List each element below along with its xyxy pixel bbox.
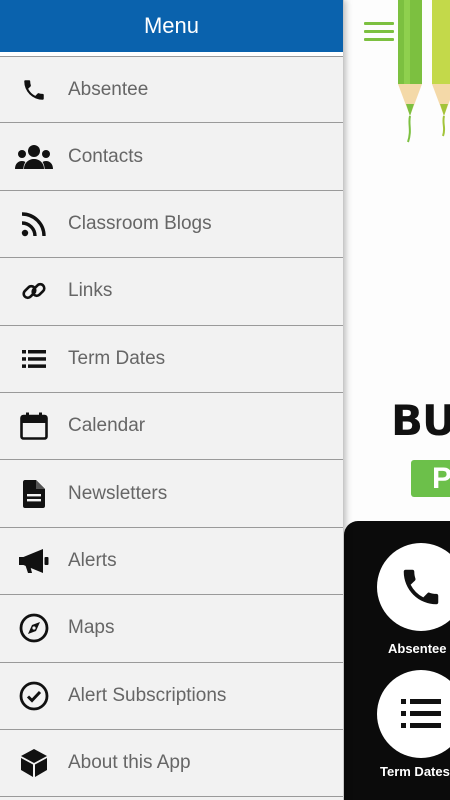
menu-item-label: Alert Subscriptions xyxy=(68,684,227,706)
drawer-title: Menu xyxy=(0,0,343,56)
menu-item-maps[interactable]: Maps xyxy=(0,595,343,663)
menu-item-contacts[interactable]: Contacts xyxy=(0,123,343,191)
tile-label: Absentee xyxy=(388,641,447,656)
compass-icon xyxy=(19,613,49,643)
phone-icon xyxy=(19,75,49,105)
menu-list: Absentee Contacts Classroom Blogs Links … xyxy=(0,56,343,798)
menu-item-absentee[interactable]: Absentee xyxy=(0,56,343,124)
menu-item-links[interactable]: Links xyxy=(0,258,343,326)
cube-icon xyxy=(19,748,49,778)
menu-item-term-dates[interactable]: Term Dates xyxy=(0,326,343,393)
menu-item-calendar[interactable]: Calendar xyxy=(0,393,343,461)
menu-item-label: Alerts xyxy=(68,549,117,571)
menu-item-label: Contacts xyxy=(68,145,143,167)
pencil-graphic xyxy=(432,0,450,137)
list-icon xyxy=(19,344,49,374)
school-name-title: BU xyxy=(391,396,450,445)
navigation-drawer: Menu Absentee Contacts Classroom Blogs L… xyxy=(0,0,344,800)
menu-item-newsletters[interactable]: Newsletters xyxy=(0,460,343,528)
check-circle-icon xyxy=(19,681,49,711)
phone-icon xyxy=(403,569,439,605)
menu-item-alert-subscriptions[interactable]: Alert Subscriptions xyxy=(0,663,343,730)
users-icon xyxy=(15,142,53,172)
list-icon xyxy=(401,699,441,728)
pencil-graphic xyxy=(398,0,422,143)
document-icon xyxy=(19,479,49,509)
absentee-tile[interactable] xyxy=(377,543,450,631)
link-icon xyxy=(19,276,49,306)
term-dates-tile[interactable] xyxy=(377,670,450,758)
menu-item-label: Maps xyxy=(68,617,115,639)
menu-item-label: Classroom Blogs xyxy=(68,212,212,234)
school-name-badge: P xyxy=(411,460,450,497)
hamburger-menu-icon[interactable] xyxy=(364,22,394,42)
menu-item-label: Newsletters xyxy=(68,482,168,504)
menu-item-about-this-app[interactable]: About this App xyxy=(0,730,343,798)
background-app-screen: BU P Absentee Term Dates xyxy=(344,0,450,800)
menu-item-label: Term Dates xyxy=(68,347,166,369)
tile-label: Term Dates xyxy=(380,764,450,779)
calendar-icon xyxy=(19,411,49,441)
rss-icon xyxy=(19,209,49,239)
menu-item-classroom-blogs[interactable]: Classroom Blogs xyxy=(0,191,343,259)
menu-item-label: Links xyxy=(68,280,113,302)
tiles-panel: Absentee Term Dates xyxy=(344,521,450,800)
menu-item-label: Calendar xyxy=(68,415,146,437)
menu-item-label: About this App xyxy=(68,752,191,774)
menu-item-label: Absentee xyxy=(68,78,149,100)
megaphone-icon xyxy=(19,546,49,576)
menu-item-alerts[interactable]: Alerts xyxy=(0,528,343,596)
